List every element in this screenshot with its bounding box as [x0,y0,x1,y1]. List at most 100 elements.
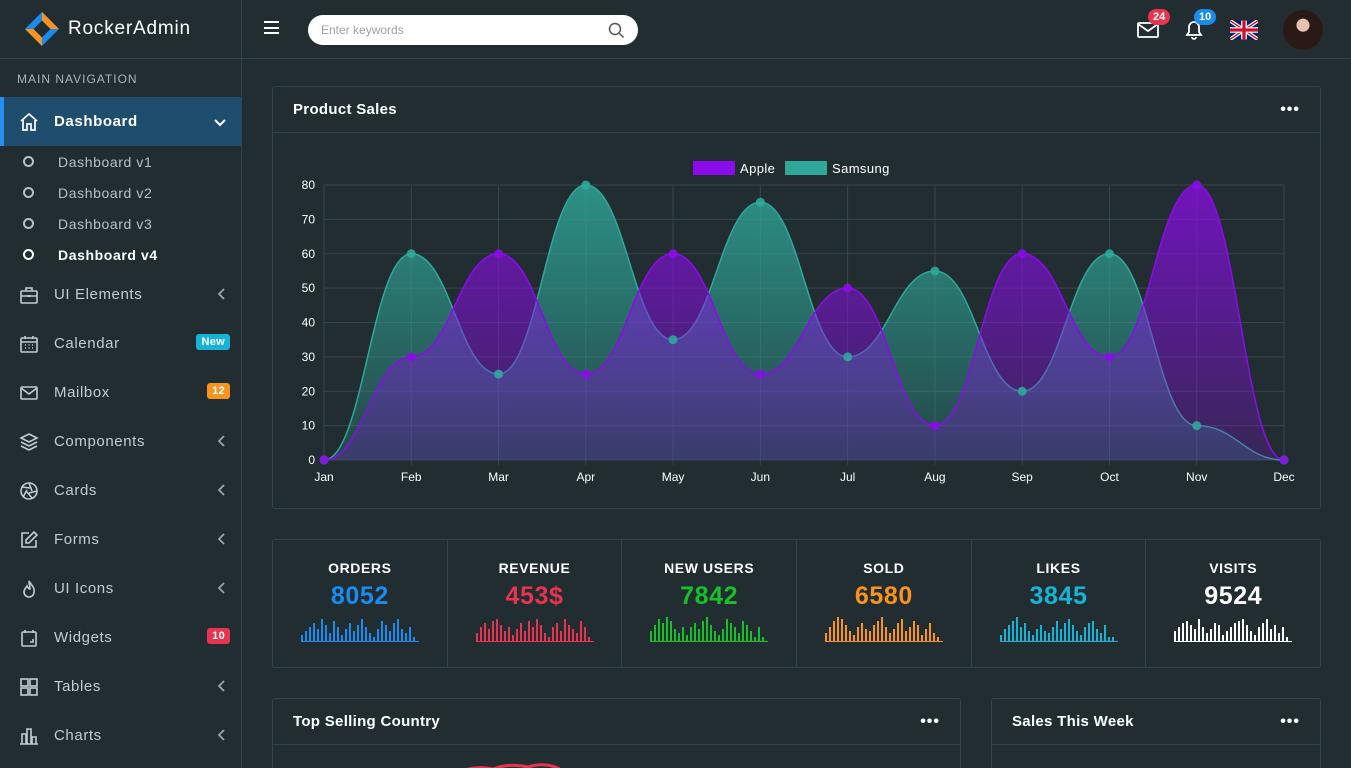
sparkline-bar [372,637,375,641]
sparkline-bar [1282,627,1285,641]
data-point-apple [1192,180,1202,190]
uk-flag-icon[interactable] [1228,19,1260,41]
card-title: Sales This Week [1012,713,1134,730]
sparkline-bar [1087,623,1090,641]
x-tick-label: Dec [1273,470,1294,484]
y-tick-label: 50 [302,281,316,295]
sidebar-subitem-label: Dashboard v3 [58,215,153,232]
stat-new-users: NEW USERS 7842 [622,540,798,668]
data-point-samsung [1192,421,1202,431]
x-tick-label: Jun [751,470,770,484]
mail-notification-button[interactable]: 24 [1136,9,1171,41]
sparkline-bar [868,631,871,641]
more-options-icon[interactable]: ••• [920,713,940,731]
chevron-left-icon [217,287,226,303]
x-tick-label: Nov [1186,470,1207,484]
sidebar-item-forms[interactable]: Forms [0,515,241,564]
sidebar-item-label: Widgets [54,629,113,646]
search-icon[interactable] [608,22,625,39]
sparkline [475,619,594,642]
legend-label-apple: Apple [740,161,775,176]
sparkline-bar [844,625,847,641]
sidebar-subitem-dashboard-v2[interactable]: Dashboard v2 [0,177,241,208]
data-point-apple [494,249,504,259]
sparkline-bar [1071,625,1074,641]
notification-count-badge: 10 [1194,9,1217,25]
sparkline-bar [694,623,697,641]
stat-revenue: REVENUE 453$ [448,540,623,668]
sparkline-bar [332,621,335,641]
sidebar-item-cards[interactable]: Cards [0,466,241,515]
sparkline-bar [1210,629,1213,641]
sidebar-item-charts[interactable]: Charts [0,711,241,760]
sparkline-bar [1274,625,1277,641]
stat-visits: VISITS 9524 [1146,540,1320,668]
stat-label: SOLD [863,560,905,576]
sparkline-bar [662,623,665,641]
x-tick-label: Mar [488,470,509,484]
sidebar-item-dashboard[interactable]: Dashboard [0,97,241,146]
sidebar-badge: 10 [207,628,230,644]
legend-swatch-samsung [785,161,827,175]
sparkline-bar [828,627,831,641]
sidebar-item-widgets[interactable]: Widgets 10 [0,613,241,662]
sparkline-bar [1095,629,1098,641]
sparkline-bar [304,631,307,641]
hamburger-menu-icon[interactable] [264,21,279,34]
sparkline-bar [1083,627,1086,641]
notification-button[interactable]: 10 [1182,9,1217,41]
sidebar-subitem-dashboard-v4[interactable]: Dashboard v4 [0,239,241,270]
sparkline-bar [328,633,331,641]
y-tick-label: 60 [302,247,316,261]
stat-value: 453$ [505,582,564,610]
sparkline-bar [483,623,486,641]
avatar[interactable] [1283,10,1323,50]
sparkline-bar [832,621,835,641]
sparkline-bar [1182,623,1185,641]
sparkline-bar [1103,625,1106,641]
sidebar-item-mailbox[interactable]: Mailbox 12 [0,368,241,417]
sparkline-bar [511,635,514,641]
data-point-samsung [494,369,504,379]
sparkline-bar [495,619,498,641]
sparkline-bar [936,637,939,641]
sparkline-bar [531,627,534,641]
sidebar-item-calendar[interactable]: Calendar New [0,319,241,368]
sparkline-bar [300,635,303,641]
sparkline-bar [396,619,399,641]
sparkline-bar [674,629,677,641]
y-tick-label: 80 [302,178,316,192]
top-selling-country-card: Top Selling Country ••• [272,698,961,768]
sidebar-item-label: Forms [54,531,100,548]
sparkline-bar [575,633,578,641]
sidebar-item-ui-icons[interactable]: UI Icons [0,564,241,613]
app-title: RockerAdmin [68,18,191,39]
sidebar-item-components[interactable]: Components [0,417,241,466]
sparkline-bar [543,633,546,641]
sidebar-item-ui-elements[interactable]: UI Elements [0,270,241,319]
nav-heading: MAIN NAVIGATION [17,72,138,86]
sparkline-bar [380,621,383,641]
sidebar-item-tables[interactable]: Tables [0,662,241,711]
sparkline-bar [1190,625,1193,641]
sparkline-bar [1027,631,1030,641]
more-options-icon[interactable]: ••• [1280,101,1300,119]
more-options-icon[interactable]: ••• [1280,713,1300,731]
sparkline-bar [404,633,407,641]
sidebar-item-label: Tables [54,678,101,695]
logo[interactable]: RockerAdmin [0,0,241,59]
search-input[interactable] [308,15,638,45]
stat-value: 7842 [680,582,739,610]
sparkline [650,617,769,642]
circle-icon [23,218,34,229]
sidebar-item-label: UI Elements [54,286,143,303]
sidebar-subitem-dashboard-v3[interactable]: Dashboard v3 [0,208,241,239]
data-point-apple [843,283,853,293]
sparkline [824,617,943,642]
sparkline-bar [738,633,741,641]
x-tick-label: Jul [840,470,855,484]
sidebar-subitem-dashboard-v1[interactable]: Dashboard v1 [0,146,241,177]
stat-orders: ORDERS 8052 [273,540,448,668]
sparkline-bar [364,627,367,641]
sparkline-bar [515,629,518,641]
